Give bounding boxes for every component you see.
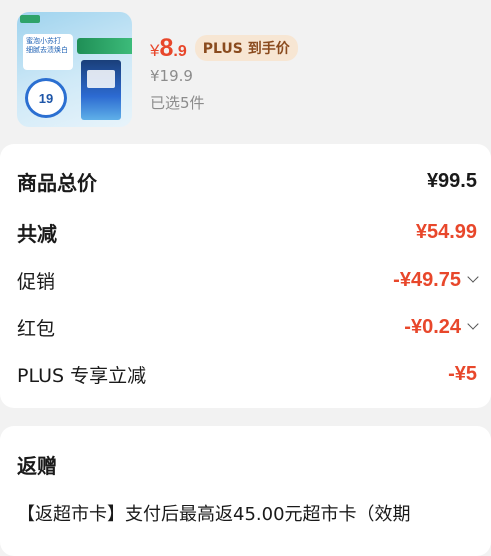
discount-total-value: ¥54.99 (415, 220, 477, 243)
gift-text: 【返超市卡】支付后最高返45.00元超市卡（效期 (17, 504, 411, 525)
red-packet-value: -¥0.24 (404, 315, 461, 338)
price-decimal: .9 (173, 43, 187, 60)
image-logo-tag (20, 15, 40, 23)
promotion-value-wrap[interactable]: -¥49.75 (393, 268, 479, 292)
price-integer: 8 (159, 34, 174, 62)
selected-count: 已选5件 (150, 94, 205, 112)
row-red-packet[interactable]: 红包 -¥0.24 (17, 312, 479, 342)
total-value: ¥99.5 (426, 169, 477, 192)
plus-discount-label: PLUS 专享立减 (17, 364, 147, 387)
row-discount-total: 共减 ¥54.99 (17, 217, 477, 247)
toothpaste-tube-graphic (77, 38, 132, 54)
row-plus-discount: PLUS 专享立减 -¥5 (17, 359, 477, 389)
total-label: 商品总价 (17, 170, 97, 195)
row-promotion[interactable]: 促销 -¥49.75 (17, 265, 479, 295)
chevron-down-icon (467, 318, 479, 330)
toothpaste-box-graphic (81, 60, 121, 120)
image-price: 19 (38, 91, 54, 106)
promotion-label: 促销 (17, 270, 56, 293)
chevron-down-icon (467, 271, 479, 283)
product-image[interactable]: 蜜泡小苏打 细腻去渍焕白 19 (17, 12, 132, 127)
row-total: 商品总价 ¥99.5 (17, 166, 477, 196)
gift-title: 返赠 (17, 454, 57, 478)
gift-card: 返赠 【返超市卡】支付后最高返45.00元超市卡（效期 (0, 426, 491, 556)
discount-total-label: 共减 (17, 221, 57, 246)
price-breakdown-card: 商品总价 ¥99.5 共减 ¥54.99 促销 -¥49.75 红包 -¥0.2… (0, 144, 491, 408)
plus-price: ¥ 8 .9 PLUS 到手价 (150, 34, 298, 62)
currency-symbol: ¥ (150, 41, 160, 60)
original-price: ¥19.9 (150, 67, 193, 85)
plus-price-tag: PLUS 到手价 (194, 35, 298, 61)
image-price-bubble: 19 (25, 78, 67, 118)
red-packet-value-wrap[interactable]: -¥0.24 (404, 315, 479, 339)
product-summary: 蜜泡小苏打 细腻去渍焕白 19 ¥ 8 .9 PLUS 到手价 ¥19.9 已选… (0, 0, 491, 140)
image-badge: 蜜泡小苏打 细腻去渍焕白 (23, 34, 73, 70)
plus-discount-value: -¥5 (448, 362, 477, 385)
red-packet-label: 红包 (17, 317, 56, 340)
promotion-value: -¥49.75 (393, 268, 461, 291)
